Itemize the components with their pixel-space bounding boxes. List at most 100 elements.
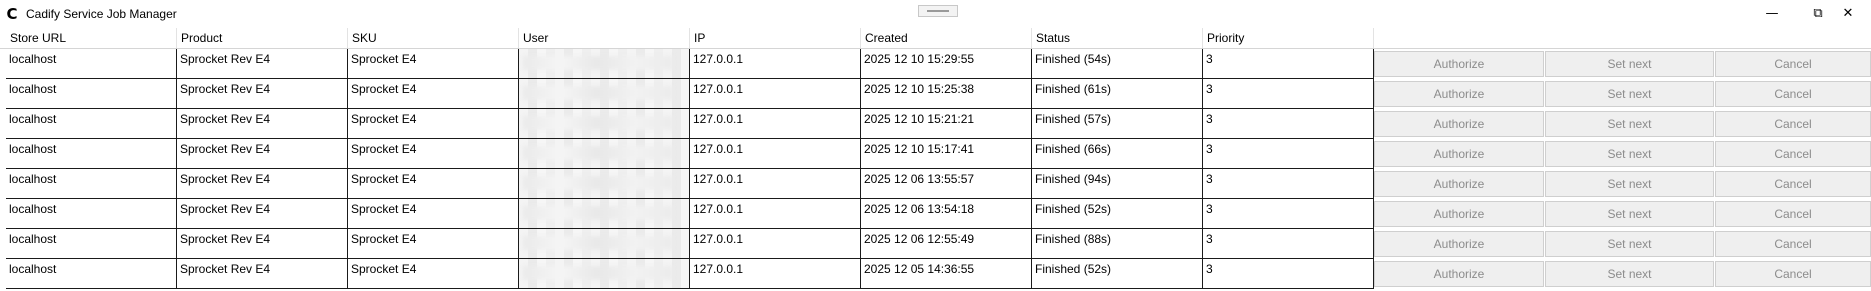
cell-sku: Sprocket E4 — [348, 139, 519, 169]
cell-created: 2025 12 06 13:55:57 — [861, 169, 1032, 199]
set-next-button[interactable]: Set next — [1545, 261, 1714, 287]
redacted-user-blur — [523, 86, 673, 100]
cell-status: Finished (52s) — [1032, 199, 1203, 229]
cell-created: 2025 12 10 15:21:21 — [861, 109, 1032, 139]
table-row[interactable]: localhost Sprocket Rev E4 Sprocket E4 127.0… — [0, 199, 1871, 229]
authorize-button[interactable]: Authorize — [1374, 51, 1544, 77]
cell-product: Sprocket Rev E4 — [177, 169, 348, 199]
cell-product: Sprocket Rev E4 — [177, 109, 348, 139]
cell-store-url: localhost — [6, 49, 177, 79]
authorize-button[interactable]: Authorize — [1374, 111, 1544, 137]
column-header-created[interactable]: Created — [861, 28, 1032, 48]
cancel-button[interactable]: Cancel — [1715, 171, 1871, 197]
cancel-button[interactable]: Cancel — [1715, 201, 1871, 227]
column-header-product[interactable]: Product — [177, 28, 348, 48]
drag-grip-icon[interactable] — [918, 5, 958, 17]
cell-store-url: localhost — [6, 139, 177, 169]
cell-sku: Sprocket E4 — [348, 199, 519, 229]
redacted-user-blur — [523, 266, 673, 280]
set-next-button[interactable]: Set next — [1545, 141, 1714, 167]
table-row[interactable]: localhost Sprocket Rev E4 Sprocket E4 127.0… — [0, 229, 1871, 259]
cell-store-url: localhost — [6, 109, 177, 139]
cell-ip: 127.0.0.1 — [690, 109, 861, 139]
cancel-button[interactable]: Cancel — [1715, 141, 1871, 167]
cell-status: Finished (54s) — [1032, 49, 1203, 79]
cell-user — [519, 229, 690, 259]
column-header-user[interactable]: User — [519, 28, 690, 48]
table-row[interactable]: localhost Sprocket Rev E4 Sprocket E4 127.0… — [0, 169, 1871, 199]
cell-store-url: localhost — [6, 79, 177, 109]
set-next-button[interactable]: Set next — [1545, 81, 1714, 107]
title-bar: C Cadify Service Job Manager — ⧉ ✕ — [0, 0, 1871, 28]
cell-store-url: localhost — [6, 199, 177, 229]
column-header-priority[interactable]: Priority — [1203, 28, 1374, 48]
minimize-button[interactable]: — — [1749, 0, 1795, 26]
cancel-button[interactable]: Cancel — [1715, 231, 1871, 257]
cell-created: 2025 12 06 13:54:18 — [861, 199, 1032, 229]
authorize-button[interactable]: Authorize — [1374, 171, 1544, 197]
cell-store-url: localhost — [6, 259, 177, 289]
cancel-button[interactable]: Cancel — [1715, 261, 1871, 287]
cell-user — [519, 169, 690, 199]
cell-ip: 127.0.0.1 — [690, 139, 861, 169]
redacted-user-blur — [523, 116, 673, 130]
window-title: Cadify Service Job Manager — [26, 7, 177, 21]
set-next-button[interactable]: Set next — [1545, 51, 1714, 77]
cell-product: Sprocket Rev E4 — [177, 139, 348, 169]
table-row[interactable]: localhost Sprocket Rev E4 Sprocket E4 127.0… — [0, 139, 1871, 169]
cell-sku: Sprocket E4 — [348, 259, 519, 289]
cell-status: Finished (52s) — [1032, 259, 1203, 289]
cell-priority: 3 — [1203, 79, 1374, 109]
cell-created: 2025 12 05 14:36:55 — [861, 259, 1032, 289]
cell-user — [519, 49, 690, 79]
authorize-button[interactable]: Authorize — [1374, 141, 1544, 167]
cell-priority: 3 — [1203, 229, 1374, 259]
table-row[interactable]: localhost Sprocket Rev E4 Sprocket E4 127.0… — [0, 49, 1871, 79]
redacted-user-blur — [523, 236, 673, 250]
cell-status: Finished (66s) — [1032, 139, 1203, 169]
cell-created: 2025 12 10 15:29:55 — [861, 49, 1032, 79]
cell-product: Sprocket Rev E4 — [177, 229, 348, 259]
set-next-button[interactable]: Set next — [1545, 171, 1714, 197]
cell-priority: 3 — [1203, 169, 1374, 199]
cell-user — [519, 109, 690, 139]
authorize-button[interactable]: Authorize — [1374, 81, 1544, 107]
column-header-sku[interactable]: SKU — [348, 28, 519, 48]
cell-user — [519, 79, 690, 109]
cell-priority: 3 — [1203, 109, 1374, 139]
table-row[interactable]: localhost Sprocket Rev E4 Sprocket E4 127.0… — [0, 259, 1871, 289]
cell-created: 2025 12 06 12:55:49 — [861, 229, 1032, 259]
table-header: Store URL Product SKU User IP Created St… — [0, 28, 1871, 49]
cell-sku: Sprocket E4 — [348, 49, 519, 79]
cell-ip: 127.0.0.1 — [690, 169, 861, 199]
cell-ip: 127.0.0.1 — [690, 229, 861, 259]
cell-created: 2025 12 10 15:25:38 — [861, 79, 1032, 109]
cell-priority: 3 — [1203, 259, 1374, 289]
cell-sku: Sprocket E4 — [348, 109, 519, 139]
redacted-user-blur — [523, 146, 673, 160]
set-next-button[interactable]: Set next — [1545, 231, 1714, 257]
column-header-status[interactable]: Status — [1032, 28, 1203, 48]
cancel-button[interactable]: Cancel — [1715, 81, 1871, 107]
cell-ip: 127.0.0.1 — [690, 49, 861, 79]
set-next-button[interactable]: Set next — [1545, 201, 1714, 227]
redacted-user-blur — [523, 56, 673, 70]
cell-product: Sprocket Rev E4 — [177, 199, 348, 229]
close-button[interactable]: ✕ — [1825, 0, 1871, 26]
cancel-button[interactable]: Cancel — [1715, 51, 1871, 77]
cell-priority: 3 — [1203, 199, 1374, 229]
authorize-button[interactable]: Authorize — [1374, 261, 1544, 287]
authorize-button[interactable]: Authorize — [1374, 231, 1544, 257]
authorize-button[interactable]: Authorize — [1374, 201, 1544, 227]
redacted-user-blur — [523, 206, 673, 220]
cancel-button[interactable]: Cancel — [1715, 111, 1871, 137]
column-header-store-url[interactable]: Store URL — [6, 28, 177, 48]
set-next-button[interactable]: Set next — [1545, 111, 1714, 137]
table-row[interactable]: localhost Sprocket Rev E4 Sprocket E4 127.0… — [0, 79, 1871, 109]
column-header-actions — [1374, 28, 1871, 48]
cell-sku: Sprocket E4 — [348, 229, 519, 259]
cell-priority: 3 — [1203, 49, 1374, 79]
column-header-ip[interactable]: IP — [690, 28, 861, 48]
cell-product: Sprocket Rev E4 — [177, 79, 348, 109]
table-row[interactable]: localhost Sprocket Rev E4 Sprocket E4 127.0… — [0, 109, 1871, 139]
